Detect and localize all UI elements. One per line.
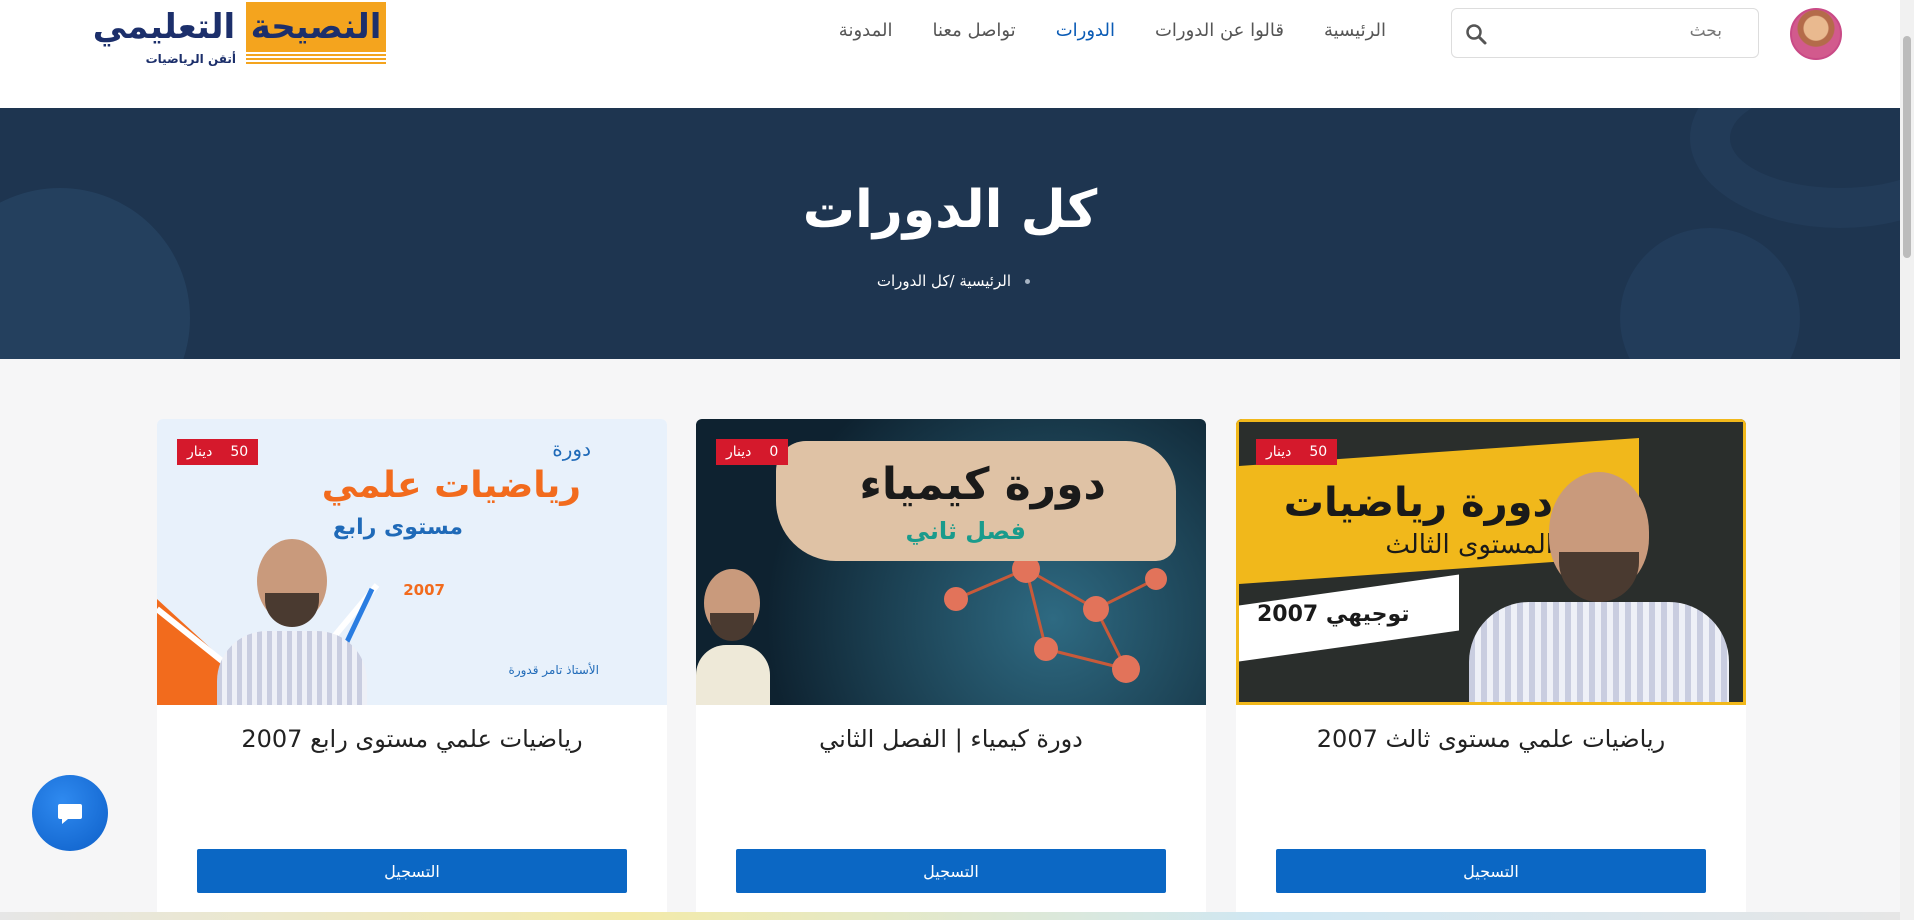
enroll-button[interactable]: التسجيل (197, 849, 627, 893)
breadcrumb-text[interactable]: الرئيسية /كل الدورات (877, 272, 1011, 290)
thumb-subheading: فصل ثاني (905, 517, 1026, 545)
logo-accent: النصيحة (246, 2, 386, 52)
price-badge: 50 دينار (1256, 439, 1338, 465)
thumb-heading: دورة كيمياء (859, 459, 1106, 510)
nav-item-testimonials[interactable]: قالوا عن الدورات (1155, 20, 1284, 41)
nav-item-courses[interactable]: الدورات (1056, 20, 1115, 41)
main-nav: الرئيسية قالوا عن الدورات الدورات تواصل … (839, 20, 1386, 41)
instructor-photo (1469, 472, 1729, 702)
price-badge: 50 دينار (177, 439, 259, 465)
price-badge: 0 دينار (716, 439, 789, 465)
course-title[interactable]: دورة كيمياء | الفصل الثاني (696, 725, 1206, 753)
course-title[interactable]: رياضيات علمي مستوى ثالث 2007 (1236, 725, 1746, 753)
nav-item-blog[interactable]: المدونة (839, 20, 893, 41)
page-title: كل الدورات (802, 180, 1098, 240)
breadcrumb-dot (1025, 279, 1030, 284)
site-header: النصيحة التعليمي أتقن الرياضيات الرئيسية… (0, 0, 1900, 108)
search-icon[interactable] (1464, 22, 1488, 46)
logo-tagline: أتقن الرياضيات (145, 52, 236, 66)
course-card[interactable]: دورة رياضيات علمي مستوى رابع 2007 الأستا… (157, 419, 667, 919)
price-value: 50 (230, 444, 249, 460)
page-hero: كل الدورات الرئيسية /كل الدورات (0, 108, 1900, 359)
price-value: 50 (1309, 444, 1328, 460)
enroll-button[interactable]: التسجيل (1276, 849, 1706, 893)
breadcrumb: الرئيسية /كل الدورات (860, 272, 1030, 290)
thumb-year: 2007 (403, 581, 445, 599)
courses-section: دورة رياضيات المستوى الثالث توجيهي 2007 … (0, 359, 1900, 920)
instructor-photo (696, 569, 770, 705)
thumb-label: دورة (552, 437, 591, 461)
price-currency: دينار (187, 444, 213, 460)
course-title[interactable]: رياضيات علمي مستوى رابع 2007 (157, 725, 667, 753)
enroll-button[interactable]: التسجيل (736, 849, 1166, 893)
avatar[interactable] (1790, 8, 1842, 60)
logo-stripe (246, 54, 386, 66)
thumb-subheading: مستوى رابع (332, 515, 463, 540)
chat-icon (58, 804, 82, 824)
scrollbar-thumb[interactable] (1903, 36, 1911, 258)
price-value: 0 (769, 444, 779, 460)
search-input[interactable] (1502, 21, 1722, 41)
nav-item-home[interactable]: الرئيسية (1324, 20, 1386, 41)
hero-decoration (1620, 228, 1800, 359)
course-card[interactable]: دورة رياضيات المستوى الثالث توجيهي 2007 … (1236, 419, 1746, 919)
course-card[interactable]: دورة كيمياء فصل ثاني 0 دينار دورة كيمياء … (696, 419, 1206, 919)
logo-main: التعليمي (92, 7, 236, 47)
search-box (1451, 8, 1759, 58)
instructor-photo (217, 539, 367, 705)
site-logo[interactable]: النصيحة التعليمي أتقن الرياضيات (84, 2, 386, 68)
thumb-instructor-name: الأستاذ تامر قدورة (508, 663, 599, 677)
bottom-strip (0, 912, 1900, 920)
thumb-heading: رياضيات علمي (321, 465, 581, 506)
price-currency: دينار (1266, 444, 1292, 460)
thumb-tag: توجيهي 2007 (1257, 602, 1410, 627)
price-currency: دينار (726, 444, 752, 460)
page-scrollbar[interactable] (1900, 0, 1914, 920)
nav-item-contact[interactable]: تواصل معنا (933, 20, 1016, 41)
chat-button[interactable] (32, 775, 108, 851)
